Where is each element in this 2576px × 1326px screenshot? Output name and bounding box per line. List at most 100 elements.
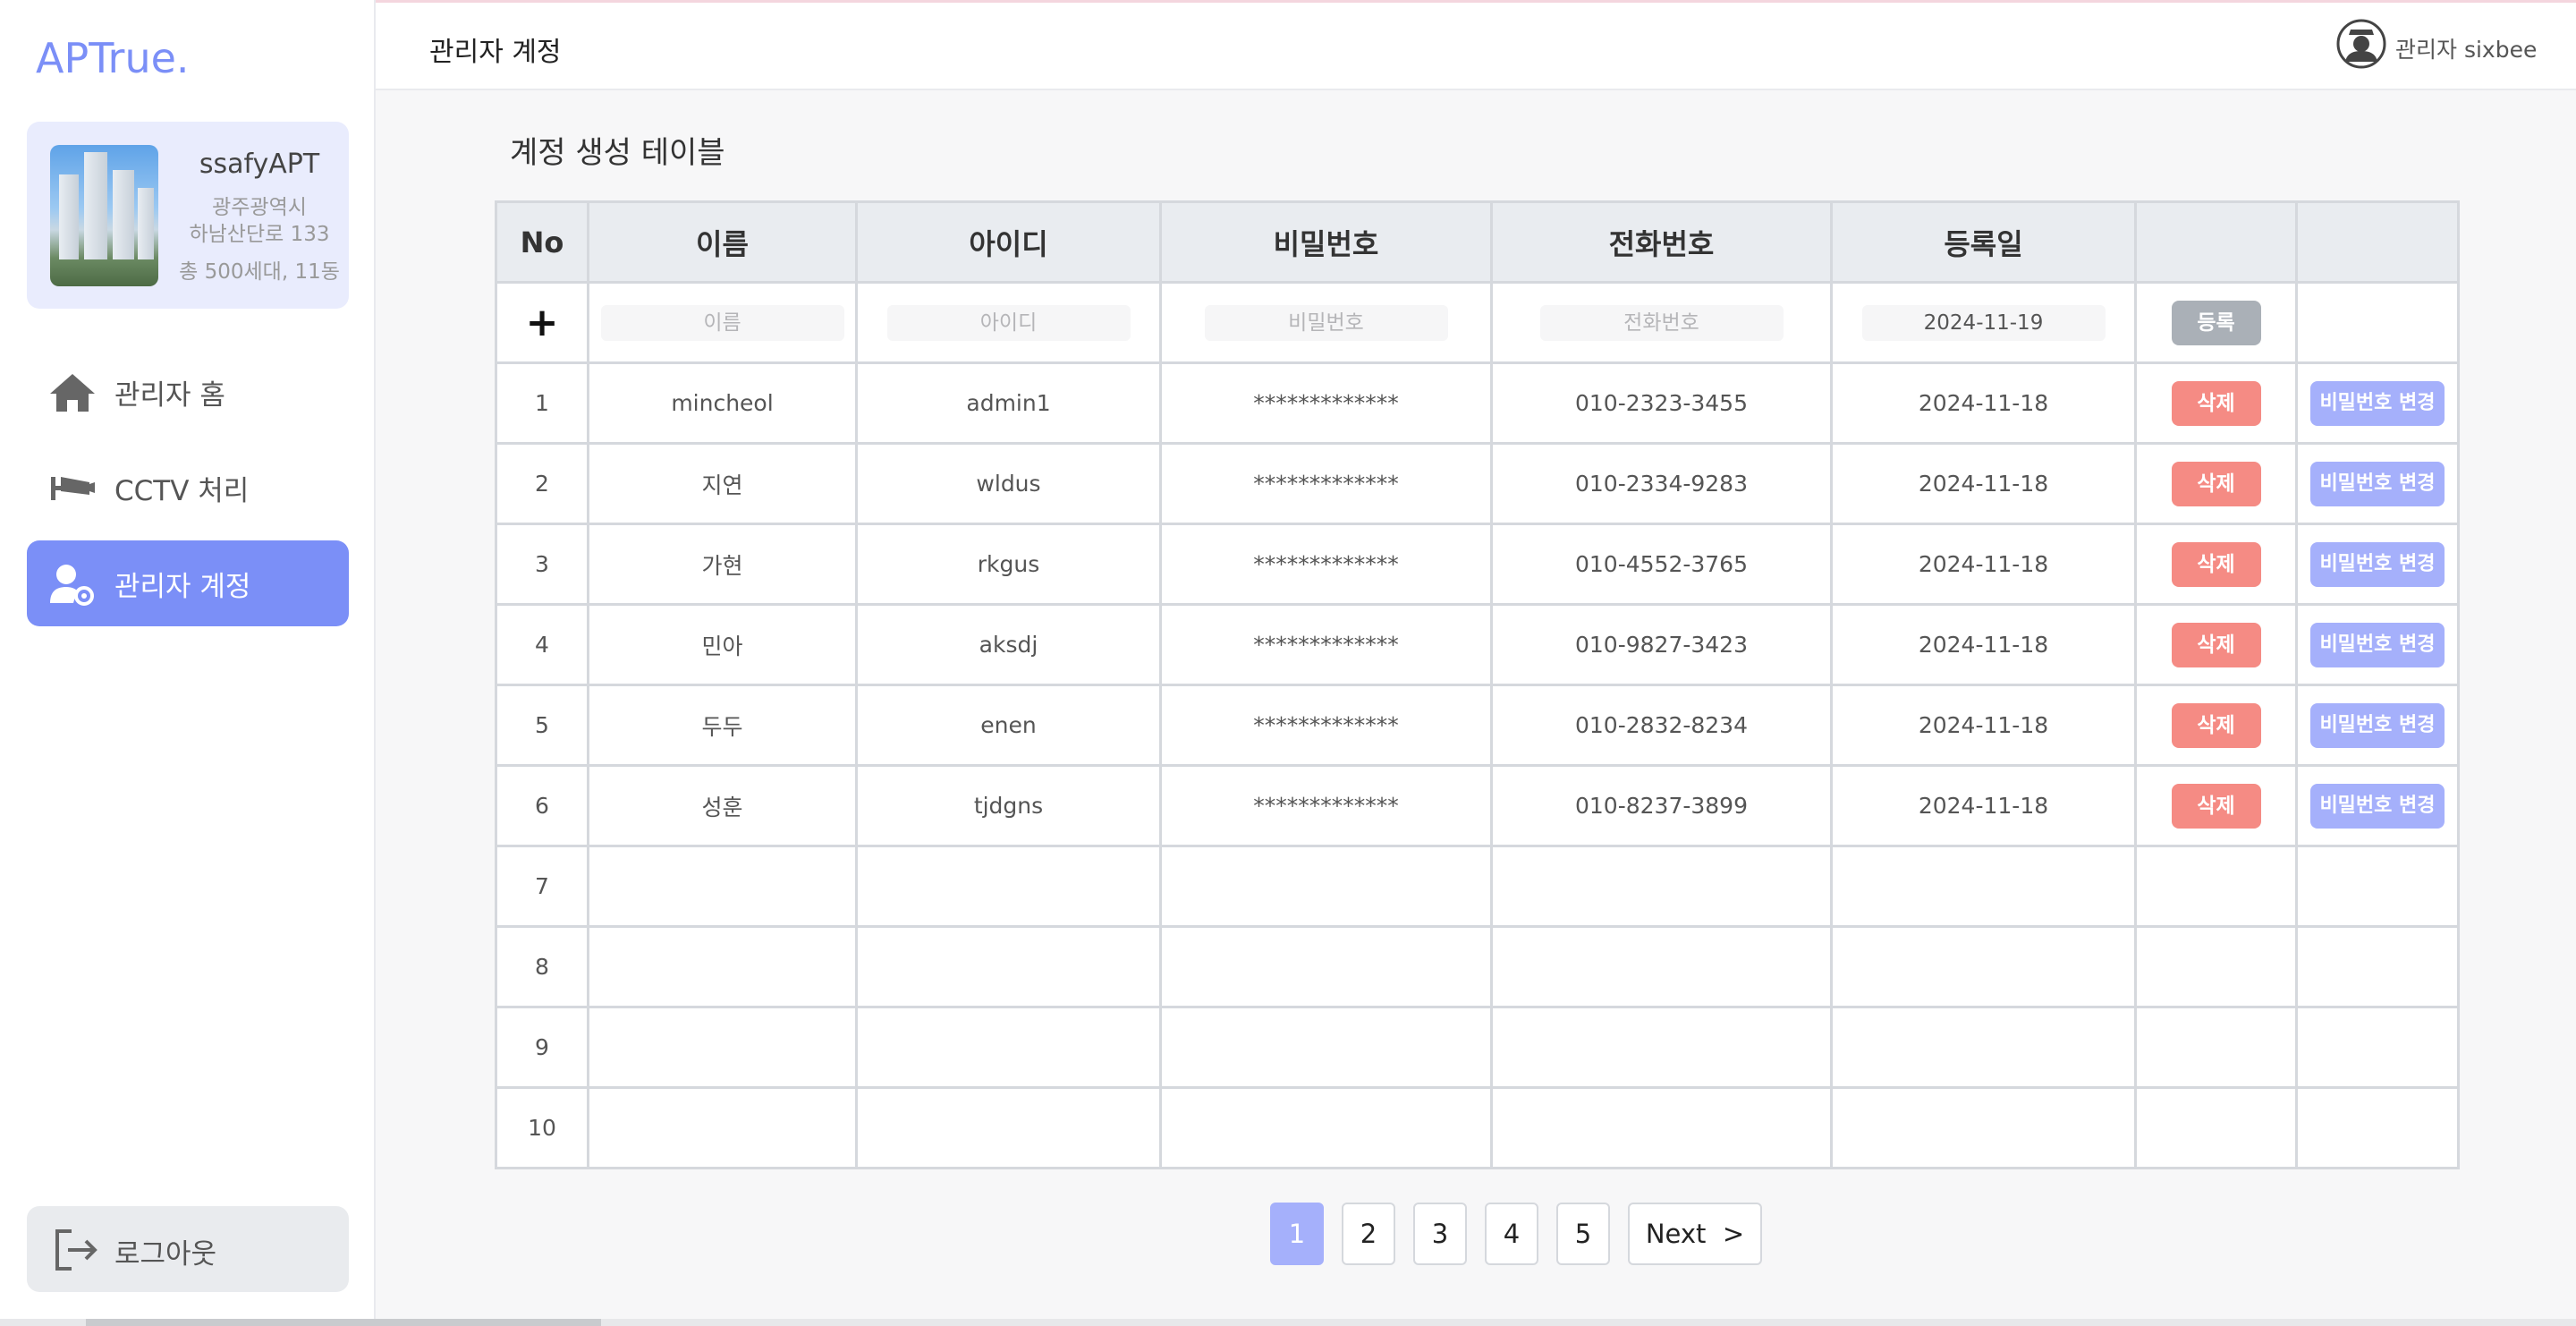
- sidebar-item-admin-account[interactable]: 관리자 계정: [27, 540, 349, 626]
- row-name: 민아: [587, 603, 858, 686]
- row-phone: 010-2832-8234: [1490, 684, 1833, 767]
- page-button-2[interactable]: 2: [1342, 1203, 1395, 1265]
- row-password: *************: [1159, 523, 1493, 606]
- empty-cell: [587, 845, 858, 928]
- row-phone: 010-2334-9283: [1490, 442, 1833, 525]
- row-date: 2024-11-18: [1830, 684, 2137, 767]
- row-date: 2024-11-18: [1830, 603, 2137, 686]
- table-row: 8: [495, 925, 2460, 1008]
- register-button[interactable]: 등록: [2171, 300, 2261, 345]
- page-button-1[interactable]: 1: [1270, 1203, 1324, 1265]
- change-password-button[interactable]: 비밀번호 변경: [2310, 380, 2445, 426]
- delete-button[interactable]: 삭제: [2171, 702, 2261, 748]
- user-name[interactable]: 관리자 sixbee: [2395, 32, 2537, 64]
- change-password-button[interactable]: 비밀번호 변경: [2310, 541, 2445, 587]
- delete-button[interactable]: 삭제: [2171, 622, 2261, 667]
- table-header-row: No 이름 아이디 비밀번호 전화번호 등록일: [495, 200, 2460, 284]
- row-no: 9: [495, 1006, 589, 1089]
- sidebar: APTrue. ssafyAPT 광주광역시 하남산단로 133 총 500세대…: [0, 0, 376, 1326]
- empty-cell: [855, 845, 1162, 928]
- date-input[interactable]: [1861, 304, 2106, 341]
- new-account-row: + 등록: [495, 281, 2460, 364]
- row-phone: 010-8237-3899: [1490, 764, 1833, 847]
- home-icon: [50, 374, 95, 412]
- column-header-no: No: [495, 200, 589, 284]
- apartment-summary: 총 500세대, 11동: [179, 260, 340, 284]
- table-row: 5 두두 enen ************* 010-2832-8234 2024-11…: [495, 684, 2460, 767]
- name-input[interactable]: [600, 304, 844, 341]
- password-input[interactable]: [1204, 304, 1448, 341]
- empty-cell: [1830, 845, 2137, 928]
- row-id: tjdgns: [855, 764, 1162, 847]
- empty-cell: [2295, 925, 2460, 1008]
- row-no: 5: [495, 684, 589, 767]
- change-password-button[interactable]: 비밀번호 변경: [2310, 461, 2445, 506]
- change-password-button[interactable]: 비밀번호 변경: [2310, 702, 2445, 748]
- sidebar-item-admin-home[interactable]: 관리자 홈: [27, 349, 349, 435]
- empty-cell: [2295, 845, 2460, 928]
- change-password-button[interactable]: 비밀번호 변경: [2310, 783, 2445, 829]
- column-header-phone: 전화번호: [1490, 200, 1833, 284]
- id-input[interactable]: [886, 304, 1131, 341]
- row-id: enen: [855, 684, 1162, 767]
- table-row: 1 mincheol admin1 ************* 010-2323-345…: [495, 361, 2460, 445]
- empty-cell: [587, 1086, 858, 1169]
- row-date: 2024-11-18: [1830, 764, 2137, 847]
- table-row: 10: [495, 1086, 2460, 1169]
- section-title: 계정 생성 테이블: [510, 135, 725, 171]
- top-header: 관리자 계정 관리자 sixbee: [376, 3, 2576, 90]
- delete-button[interactable]: 삭제: [2171, 783, 2261, 829]
- empty-cell: [1159, 845, 1493, 928]
- column-header-name: 이름: [587, 200, 858, 284]
- next-page-button[interactable]: Next >: [1628, 1203, 1762, 1265]
- row-password: *************: [1159, 684, 1493, 767]
- column-header-id: 아이디: [855, 200, 1162, 284]
- empty-cell: [587, 925, 858, 1008]
- avatar[interactable]: [2336, 19, 2386, 69]
- apartment-city: 광주광역시: [212, 196, 307, 219]
- row-date: 2024-11-18: [1830, 523, 2137, 606]
- empty-cell: [2134, 1086, 2298, 1169]
- row-date: 2024-11-18: [1830, 442, 2137, 525]
- empty-cell: [587, 1006, 858, 1089]
- page-button-5[interactable]: 5: [1556, 1203, 1610, 1265]
- empty-cell: [1490, 1086, 1833, 1169]
- empty-cell: [1490, 1006, 1833, 1089]
- row-no: 4: [495, 603, 589, 686]
- page-button-3[interactable]: 3: [1413, 1203, 1467, 1265]
- row-no: 8: [495, 925, 589, 1008]
- column-header-delete: [2134, 200, 2298, 284]
- row-name: 지연: [587, 442, 858, 525]
- row-phone: 010-2323-3455: [1490, 361, 1833, 445]
- sidebar-item-cctv[interactable]: CCTV 처리: [27, 445, 349, 531]
- empty-cell: [1490, 845, 1833, 928]
- page-button-4[interactable]: 4: [1485, 1203, 1538, 1265]
- row-phone: 010-9827-3423: [1490, 603, 1833, 686]
- table-row: 2 지연 wldus ************* 010-2334-9283 2024-1…: [495, 442, 2460, 525]
- empty-cell: [2295, 1006, 2460, 1089]
- app-logo[interactable]: APTrue.: [36, 34, 190, 82]
- row-no: 1: [495, 361, 589, 445]
- empty-cell: [1830, 1006, 2137, 1089]
- plus-icon: +: [525, 300, 559, 345]
- row-id: rkgus: [855, 523, 1162, 606]
- phone-input[interactable]: [1539, 304, 1784, 341]
- row-password: *************: [1159, 764, 1493, 847]
- column-header-password: 비밀번호: [1159, 200, 1493, 284]
- sidebar-item-label: CCTV 처리: [114, 474, 250, 507]
- delete-button[interactable]: 삭제: [2171, 541, 2261, 587]
- row-password: *************: [1159, 603, 1493, 686]
- change-password-button[interactable]: 비밀번호 변경: [2310, 622, 2445, 667]
- row-no: 3: [495, 523, 589, 606]
- logout-button[interactable]: 로그아웃: [27, 1206, 349, 1292]
- empty-cell: [1490, 925, 1833, 1008]
- table-row: 9: [495, 1006, 2460, 1089]
- user-gear-icon: [50, 565, 94, 606]
- horizontal-scrollbar[interactable]: [0, 1319, 2576, 1326]
- delete-button[interactable]: 삭제: [2171, 380, 2261, 426]
- row-phone: 010-4552-3765: [1490, 523, 1833, 606]
- column-header-change-pw: [2295, 200, 2460, 284]
- delete-button[interactable]: 삭제: [2171, 461, 2261, 506]
- empty-cell: [855, 925, 1162, 1008]
- row-name: mincheol: [587, 361, 858, 445]
